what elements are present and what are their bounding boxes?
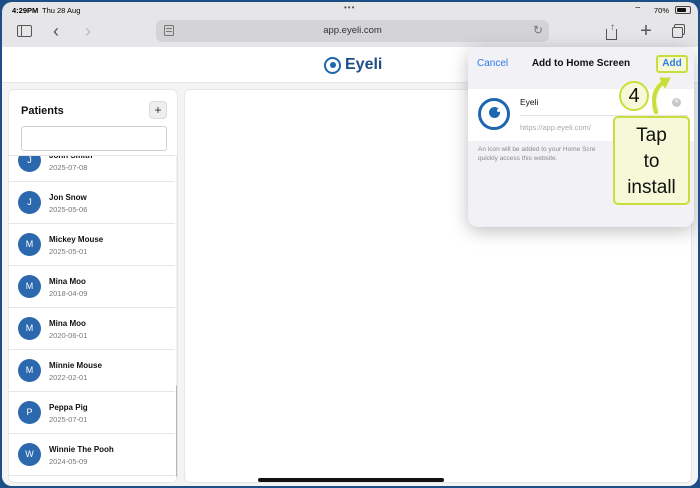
patient-date: 2020-06-01 bbox=[49, 331, 88, 340]
new-tab-icon[interactable]: + bbox=[636, 20, 656, 42]
patient-avatar: M bbox=[18, 275, 41, 298]
patient-name: Mina Moo bbox=[49, 319, 86, 328]
patient-date: 2025-05-06 bbox=[49, 205, 88, 214]
patient-date: 2022-02-01 bbox=[49, 373, 88, 382]
home-indicator[interactable] bbox=[258, 478, 444, 482]
patient-row[interactable]: M Mickey Mouse 2025-05-01 bbox=[9, 224, 175, 266]
patient-avatar: W bbox=[18, 443, 41, 466]
patient-name: Mina Moo bbox=[49, 277, 86, 286]
patient-avatar: M bbox=[18, 233, 41, 256]
eye-logo-icon bbox=[324, 56, 341, 74]
add-patient-button[interactable]: + bbox=[149, 101, 167, 119]
patient-name: Jon Snow bbox=[49, 193, 87, 202]
patient-avatar: M bbox=[18, 317, 41, 340]
patient-row[interactable]: P Peppa Pig 2025-07-01 bbox=[9, 392, 175, 434]
patient-name: Peppa Pig bbox=[49, 403, 88, 412]
sidebar-toggle-icon[interactable] bbox=[14, 21, 34, 41]
forward-icon[interactable]: › bbox=[78, 21, 98, 41]
tabs-overview-icon[interactable] bbox=[669, 21, 689, 41]
patient-list-scrollbar[interactable] bbox=[176, 155, 177, 482]
patient-avatar: P bbox=[18, 401, 41, 424]
back-icon[interactable]: ‹ bbox=[46, 21, 66, 41]
scrollbar-thumb[interactable] bbox=[176, 385, 177, 477]
patient-name: Winnie The Pooh bbox=[49, 445, 114, 454]
patient-date: 2025-05-01 bbox=[49, 247, 88, 256]
status-bar: 4:29PM Thu 28 Aug ••• ⌔ 70% bbox=[2, 2, 698, 18]
patient-date: 2025-07-01 bbox=[49, 415, 88, 424]
patient-row[interactable]: M Mina Moo 2018-04-09 bbox=[9, 266, 175, 308]
curved-arrow-icon bbox=[652, 77, 671, 116]
patient-date: 2024-05-09 bbox=[49, 457, 88, 466]
battery-percent: 70% bbox=[654, 6, 670, 15]
patient-avatar: J bbox=[18, 191, 41, 214]
patient-date: 2018-04-09 bbox=[49, 289, 88, 298]
tap-to-install-callout: Tap to install bbox=[613, 116, 690, 205]
brand-name: Eyeli bbox=[345, 56, 383, 73]
wifi-icon: ⌔ bbox=[634, 5, 642, 14]
patient-name: Mickey Mouse bbox=[49, 235, 104, 244]
patient-name: Minnie Mouse bbox=[49, 361, 102, 370]
patient-row[interactable]: J Jon Snow 2025-05-06 bbox=[9, 182, 175, 224]
brand-logo[interactable]: Eyeli bbox=[324, 56, 382, 74]
url-text: app.eyeli.com bbox=[323, 25, 382, 36]
patient-date: 2025-07-08 bbox=[49, 163, 88, 172]
callout-text: Tap to install bbox=[627, 125, 676, 198]
battery-icon bbox=[675, 6, 691, 14]
patients-title: Patients bbox=[21, 105, 64, 117]
patients-sidebar: Patients + J John Smith 2025-07-08 J Jon Sno… bbox=[8, 89, 178, 483]
add-button[interactable]: Add bbox=[656, 55, 688, 73]
patient-row[interactable]: M Mina Moo 2020-06-01 bbox=[9, 308, 175, 350]
patient-row[interactable]: W Winnie The Pooh 2024-05-09 bbox=[9, 434, 175, 476]
patient-avatar: M bbox=[18, 359, 41, 382]
patient-row[interactable]: J John Smith 2025-07-08 bbox=[9, 155, 175, 182]
ipad-screen: 4:29PM Thu 28 Aug ••• ⌔ 70% ‹ › app.eyel… bbox=[2, 2, 698, 486]
patient-row[interactable]: M Minnie Mouse 2022-02-01 bbox=[9, 350, 175, 392]
share-icon[interactable]: ↑ bbox=[601, 21, 621, 41]
address-bar[interactable]: app.eyeli.com ↻ bbox=[156, 20, 549, 42]
patient-search-input[interactable] bbox=[21, 126, 167, 151]
multitasking-dots-icon[interactable]: ••• bbox=[344, 3, 355, 12]
eyeli-app-icon bbox=[478, 98, 510, 130]
app-url: https://app.eyeli.com/ bbox=[520, 123, 591, 132]
patient-avatar: J bbox=[18, 156, 41, 172]
status-date: Thu 28 Aug bbox=[42, 6, 81, 15]
patient-list[interactable]: J John Smith 2025-07-08 J Jon Snow 2025-05-06… bbox=[9, 155, 175, 482]
reload-icon[interactable]: ↻ bbox=[533, 23, 543, 37]
status-time: 4:29PM bbox=[12, 6, 39, 15]
sheet-description: An icon will be added to your Home Scre … bbox=[478, 146, 596, 162]
step-number-badge: 4 bbox=[619, 81, 649, 111]
patient-name: John Smith bbox=[49, 155, 93, 160]
browser-toolbar: ‹ › app.eyeli.com ↻ ↑ + bbox=[2, 18, 698, 46]
